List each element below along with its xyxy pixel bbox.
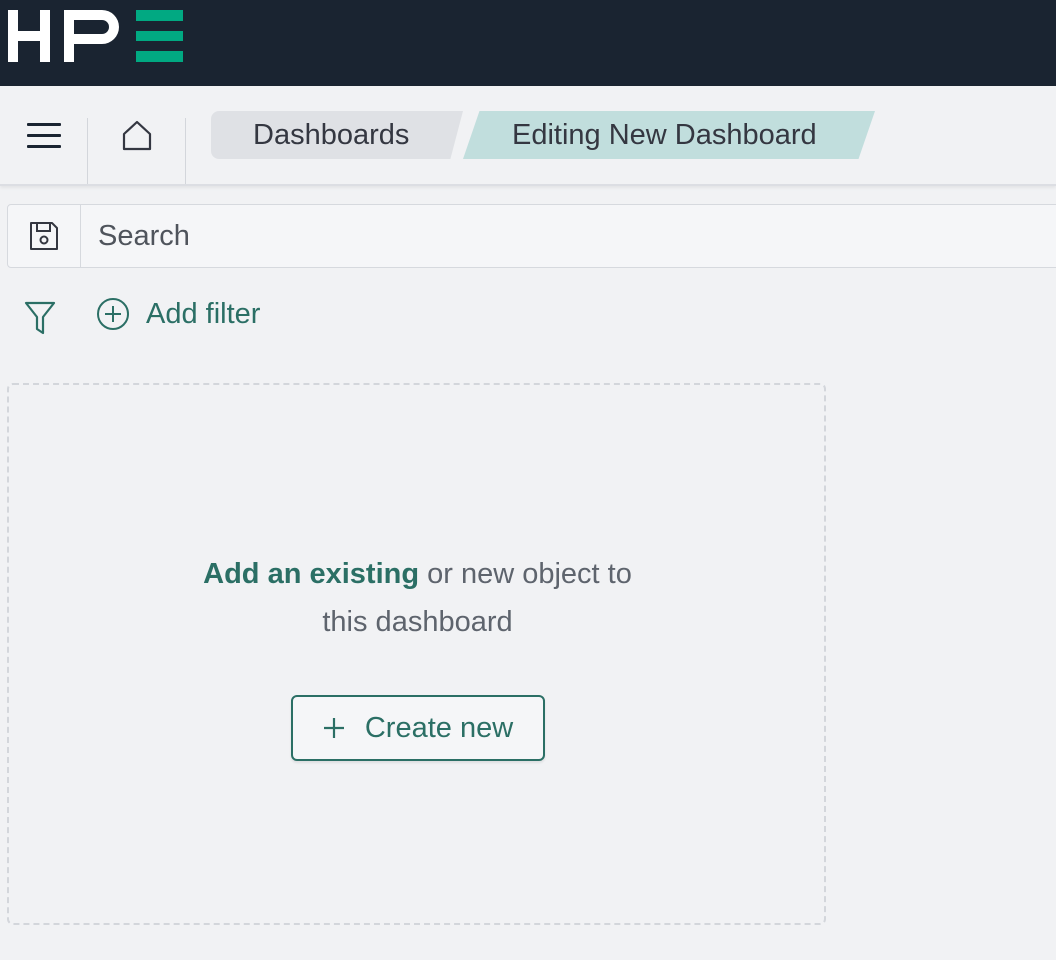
create-new-button[interactable]: Create new	[291, 695, 545, 761]
create-new-label: Create new	[364, 711, 514, 744]
add-existing-link[interactable]: Add an existing	[203, 558, 419, 590]
home-button[interactable]	[88, 86, 185, 186]
breadcrumb-dashboards[interactable]: Dashboards	[211, 111, 463, 159]
breadcrumb-label: Dashboards	[253, 118, 410, 151]
floppy-disk-icon	[30, 222, 58, 250]
plus-circle-icon	[97, 298, 129, 330]
nav-divider	[185, 118, 186, 184]
empty-dashboard-prompt: Add an existing or new object to this da…	[9, 550, 826, 646]
prompt-text-line2: this dashboard	[322, 606, 513, 638]
menu-button[interactable]	[0, 86, 87, 186]
navigation-bar: Dashboards Editing New Dashboard	[0, 86, 1056, 186]
breadcrumb-current-page: Editing New Dashboard	[463, 111, 875, 159]
plus-icon	[323, 718, 344, 738]
home-icon	[122, 120, 151, 151]
top-header-bar	[0, 0, 1056, 86]
empty-dashboard-panel: Add an existing or new object to this da…	[7, 383, 826, 925]
funnel-icon	[24, 301, 56, 335]
add-filter-label: Add filter	[146, 297, 261, 330]
add-filter-button[interactable]: Add filter	[96, 294, 260, 334]
query-bar	[7, 204, 1056, 268]
breadcrumb-label: Editing New Dashboard	[512, 118, 817, 151]
hamburger-icon	[26, 123, 61, 148]
prompt-text: or new object to	[419, 558, 632, 590]
hpe-logo[interactable]	[8, 10, 188, 62]
saved-queries-button[interactable]	[8, 205, 81, 267]
search-input[interactable]	[82, 205, 1056, 267]
